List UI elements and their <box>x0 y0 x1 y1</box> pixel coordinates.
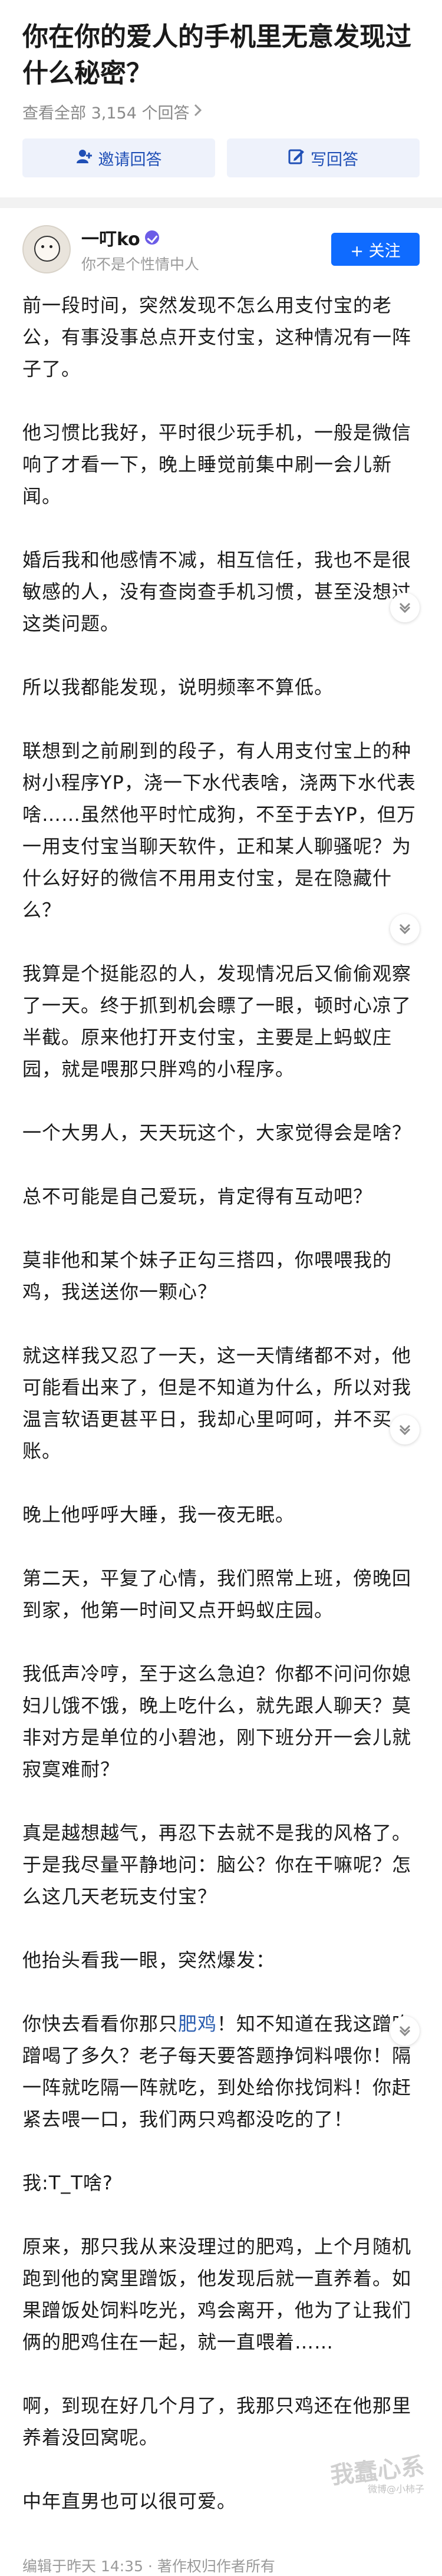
answer-paragraph: 我:T_T啥? <box>22 2172 113 2194</box>
question-title[interactable]: 你在你的爱人的手机里无意发现过什么秘密？ <box>22 19 420 92</box>
write-answer-button[interactable]: 写回答 <box>227 138 420 177</box>
answer-paragraph: 他抬头看我一眼，突然爆发： <box>22 1949 276 1971</box>
follow-button[interactable]: + 关注 <box>331 233 420 266</box>
answer-paragraph: 莫非他和某个妹子正勾三搭四，你喂喂我的鸡，我送送你一颗心？ <box>22 1249 392 1303</box>
author-signature: 你不是个性情中人 <box>81 256 200 273</box>
question-actions: 邀请回答 写回答 <box>22 138 420 177</box>
author-row: 一叮ko 你不是个性情中人 + 关注 <box>0 208 442 283</box>
invite-answer-button[interactable]: 邀请回答 <box>22 138 215 177</box>
avatar[interactable] <box>22 225 71 273</box>
answer-paragraph: 他习惯比我好，平时很少玩手机，一般是微信响了才看一下，晚上睡觉前集中刷一会儿新闻… <box>22 421 412 507</box>
author-name-row[interactable]: 一叮ko <box>81 225 331 250</box>
avatar-eye <box>41 245 44 248</box>
answer-paragraph: 前一段时间，突然发现不怎么用支付宝的老公，有事没事总点开支付宝，这种情况有一阵子… <box>22 294 412 380</box>
answer-text-segment: 你快去看看你那只 <box>22 2013 179 2035</box>
answer-paragraph: 所以我都能发现，说明频率不算低。 <box>22 676 334 698</box>
section-divider <box>0 197 442 208</box>
answer-paragraph: 总不可能是自己爱玩，肯定得有互动吧？ <box>22 1185 373 1208</box>
answer-paragraph: 真是越想越气，再忍下去就不是我的风格了。于是我尽量平静地问：脑公？你在干嘛呢？怎… <box>22 1822 412 1908</box>
inline-link[interactable]: 肥鸡 <box>178 2013 217 2035</box>
answer-paragraph: 原来，那只我从来没理过的肥鸡，上个月随机跑到他的窝里蹭饭，他发现后就一直养着。如… <box>22 2235 412 2353</box>
view-all-label: 查看全部 3,154 个回答 <box>22 104 190 123</box>
answer-paragraph: 晚上他呼呼大睡，我一夜无眠。 <box>22 1503 295 1526</box>
answer-paragraph: 婚后我和他感情不减，相互信任，我也不是很敏感的人，没有查岗查手机习惯，甚至没想过… <box>22 549 412 635</box>
chevron-down-icon <box>398 1422 411 1437</box>
chevron-down-icon <box>398 600 411 615</box>
answer-paragraph: 一个大男人，天天玩这个，大家觉得会是啥？ <box>22 1122 412 1144</box>
collapse-button[interactable] <box>390 914 420 944</box>
answer-paragraph: 我低声冷哼，至于这么急迫？你都不问问你媳妇儿饿不饿，晚上吃什么，就先跟人聊天？莫… <box>22 1663 412 1780</box>
write-answer-label: 写回答 <box>311 150 358 169</box>
collapse-button[interactable] <box>390 1415 420 1444</box>
answer-paragraph: 联想到之前刷到的段子，有人用支付宝上的种树小程序YP，浇一下水代表啥，浇两下水代… <box>22 740 416 921</box>
avatar-face <box>34 236 60 262</box>
answer-paragraph: 中年直男也可以很可爱。 <box>22 2490 237 2512</box>
chevron-down-icon <box>398 2023 411 2039</box>
author-name: 一叮ko <box>81 229 140 250</box>
chevron-down-icon <box>398 921 411 936</box>
avatar-eye <box>50 245 52 248</box>
collapse-button[interactable] <box>390 593 420 622</box>
answer-paragraph: 啊，到现在好几个月了，我那只鸡还在他那里养着没回窝呢。 <box>22 2394 412 2449</box>
question-header: 你在你的爱人的手机里无意发现过什么秘密？ 查看全部 3,154 个回答 邀请回答… <box>0 0 442 177</box>
answer-paragraph: 就这样我又忍了一天，这一天情绪都不对，他可能看出来了，但是不知道为什么，所以对我… <box>22 1344 412 1462</box>
add-user-icon <box>76 148 93 169</box>
answer-body: 前一段时间，突然发现不怎么用支付宝的老公，有事没事总点开支付宝，这种情况有一阵子… <box>0 283 442 2517</box>
verified-badge-icon <box>144 230 159 245</box>
edit-icon <box>288 148 305 169</box>
invite-answer-label: 邀请回答 <box>98 150 162 169</box>
collapse-button[interactable] <box>390 2016 420 2046</box>
answer-footer: 编辑于昨天 14:35 · 著作权归作者所有 <box>0 2549 442 2576</box>
answer-paragraph-with-link: 你快去看看你那只肥鸡！知不知道在我这蹭吃蹭喝了多久？老子每天要答题挣饲料喂你！隔… <box>22 2008 420 2135</box>
answer-paragraph: 我算是个挺能忍的人，发现情况后又偷偷观察了一天。终于抓到机会瞟了一眼，顿时心凉了… <box>22 962 412 1080</box>
edit-time: 编辑于昨天 14:35 · 著作权归作者所有 <box>22 2558 275 2575</box>
answer-paragraph: 第二天，平复了心情，我们照常上班，傍晚回到家，他第一时间又点开蚂蚁庄园。 <box>22 1567 412 1621</box>
chevron-right-icon <box>194 103 202 121</box>
watermark-sub: 微博@小柿子 <box>367 2483 424 2495</box>
view-all-answers[interactable]: 查看全部 3,154 个回答 <box>22 100 420 123</box>
author-info: 一叮ko 你不是个性情中人 <box>81 225 331 274</box>
